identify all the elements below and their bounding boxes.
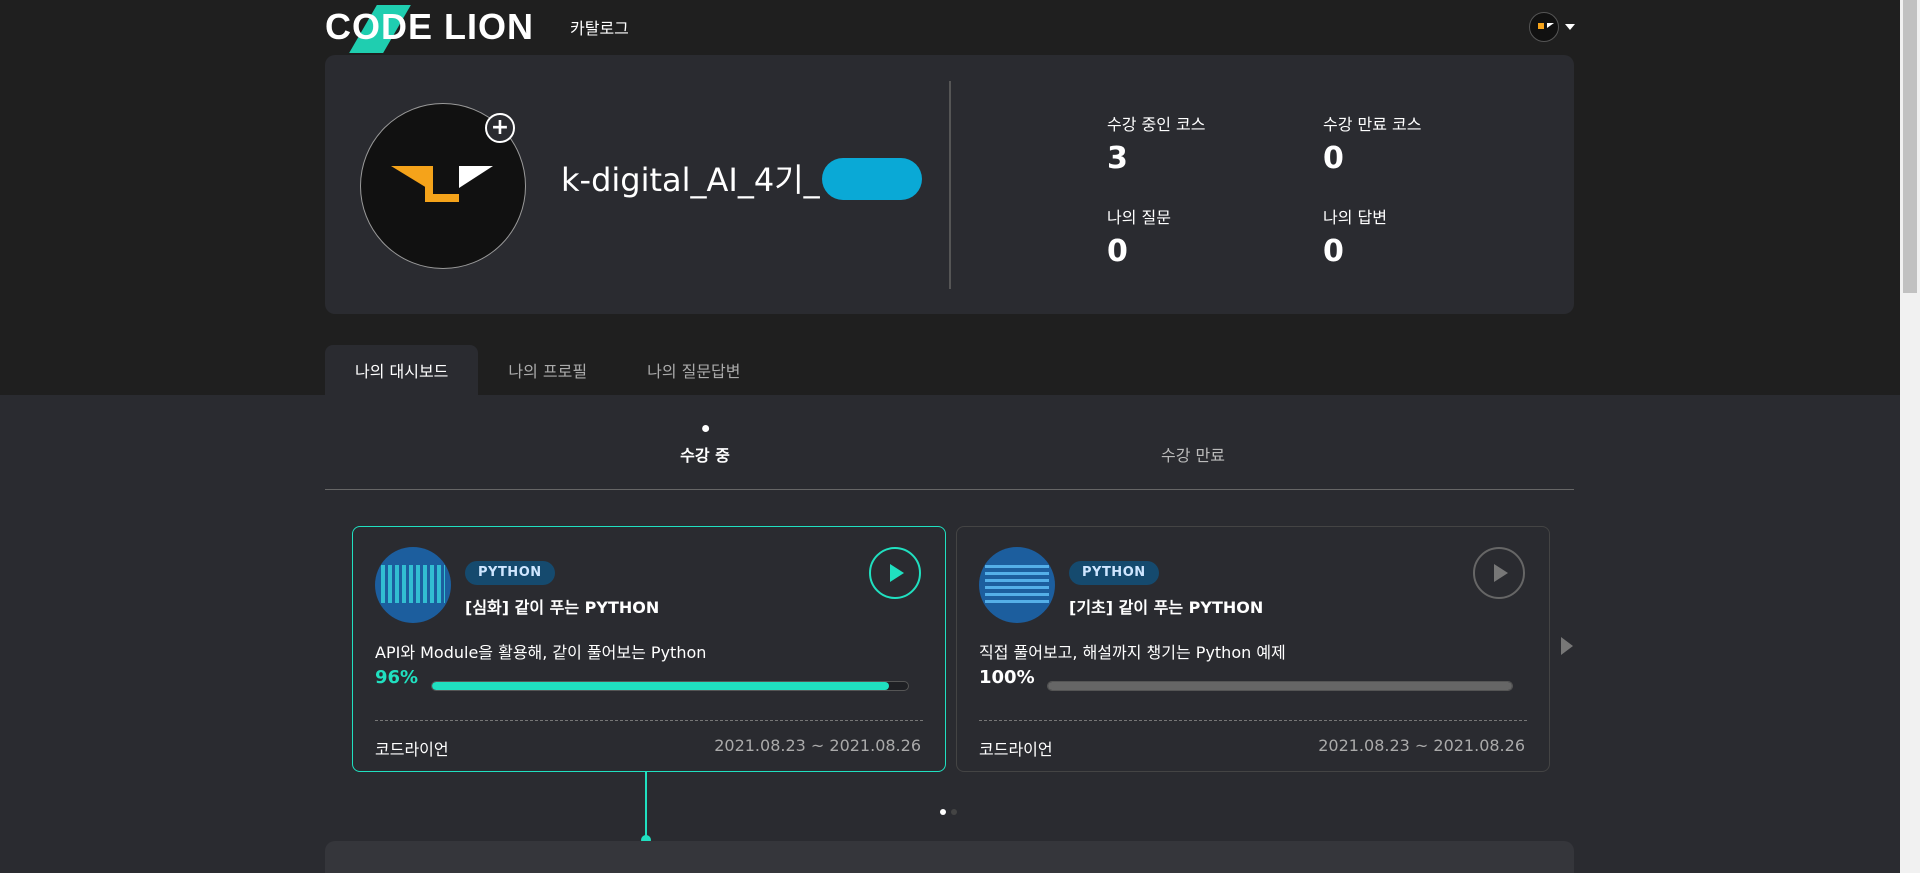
chevron-right-icon[interactable] (1561, 637, 1573, 655)
progress-percent: 96% (375, 667, 419, 688)
play-button[interactable] (869, 547, 921, 599)
stat-expired: 수강 만료 코스 0 (1323, 111, 1422, 176)
dashboard-tabs: 나의 대시보드 나의 프로필 나의 질문답변 (325, 345, 771, 395)
logo[interactable]: CODE LION (325, 5, 535, 53)
stat-enrolled: 수강 중인 코스 3 (1107, 111, 1206, 176)
course-thumbnail (979, 547, 1055, 623)
tab-dashboard[interactable]: 나의 대시보드 (325, 345, 479, 395)
course-provider: 코드라이언 (979, 740, 1053, 759)
active-dot-icon (701, 425, 709, 432)
tab-qna[interactable]: 나의 질문답변 (617, 345, 770, 395)
plus-circle-icon[interactable]: + (485, 113, 515, 143)
progress-percent: 100% (979, 667, 1035, 688)
progress-fill (432, 682, 889, 690)
profile-card: + k-digital_AI_4기_ 수강 중인 코스 3 수강 만료 코스 0… (325, 55, 1574, 314)
course-status-tabs: 수강 중 수강 만료 (325, 420, 1574, 490)
course-thumbnail (375, 547, 451, 623)
avatar-logo-white (459, 166, 493, 188)
stat-label: 나의 답변 (1323, 208, 1387, 227)
card-divider (979, 720, 1527, 721)
scrollbar-thumb[interactable] (1903, 0, 1917, 293)
page: CODE LION 카탈로그 + k-digital_AI_4기_ 수강 중인 … (0, 0, 1920, 873)
course-dates: 2021.08.23 ~ 2021.08.26 (1318, 736, 1525, 755)
subtab-expired[interactable]: 수강 만료 (1161, 442, 1225, 466)
play-button[interactable] (1473, 547, 1525, 599)
subtab-in-progress[interactable]: 수강 중 (680, 425, 730, 466)
course-badge: PYTHON (465, 561, 555, 585)
caret-down-icon[interactable] (1565, 24, 1575, 30)
carousel-dot[interactable] (951, 809, 957, 815)
progress-fill (1048, 682, 1512, 690)
stat-label: 수강 만료 코스 (1323, 115, 1422, 134)
username-text: k-digital_AI_4기_ (561, 161, 820, 199)
stat-label: 수강 중인 코스 (1107, 115, 1206, 134)
progress-bar (1047, 681, 1513, 691)
progress-bar (431, 681, 909, 691)
user-avatar-icon[interactable] (1529, 12, 1559, 42)
carousel-dot-active[interactable] (940, 809, 946, 815)
nav-catalog-link[interactable]: 카탈로그 (570, 15, 629, 39)
stat-label: 나의 질문 (1107, 208, 1171, 227)
connector-line (645, 772, 647, 838)
carousel-dots (940, 809, 957, 815)
course-title: [심화] 같이 푸는 PYTHON (465, 598, 660, 617)
course-card[interactable]: PYTHON [심화] 같이 푸는 PYTHON API와 Module을 활용… (352, 526, 946, 772)
subtab-label: 수강 만료 (1161, 446, 1225, 465)
avatar-logo-orange (391, 166, 427, 188)
stat-value: 3 (1107, 141, 1128, 176)
logo-text: CODE LION (325, 6, 535, 47)
subtab-label: 수강 중 (680, 446, 730, 465)
course-provider: 코드라이언 (375, 740, 449, 759)
stat-value: 0 (1323, 141, 1344, 176)
stat-value: 0 (1107, 234, 1128, 269)
play-icon (1494, 564, 1508, 582)
bottom-panel (325, 841, 1574, 873)
course-title: [기초] 같이 푸는 PYTHON (1069, 598, 1264, 617)
card-divider (375, 720, 923, 721)
course-description: 직접 풀어보고, 해설까지 챙기는 Python 예제 (979, 643, 1286, 662)
avatar-logo-orange-foot (425, 194, 459, 202)
course-card[interactable]: PYTHON [기초] 같이 푸는 PYTHON 직접 풀어보고, 해설까지 챙… (956, 526, 1550, 772)
stat-answers: 나의 답변 0 (1323, 204, 1387, 269)
username: k-digital_AI_4기_ (561, 155, 922, 201)
user-menu[interactable] (1529, 12, 1575, 42)
tab-profile[interactable]: 나의 프로필 (478, 345, 617, 395)
stat-questions: 나의 질문 0 (1107, 204, 1171, 269)
course-dates: 2021.08.23 ~ 2021.08.26 (714, 736, 921, 755)
course-description: API와 Module을 활용해, 같이 풀어보는 Python (375, 643, 707, 662)
header: CODE LION 카탈로그 (325, 0, 1575, 54)
stat-value: 0 (1323, 234, 1344, 269)
vertical-divider (949, 81, 951, 289)
scrollbar[interactable] (1900, 0, 1920, 873)
course-badge: PYTHON (1069, 561, 1159, 585)
redacted-blob (821, 158, 922, 200)
play-icon (890, 564, 904, 582)
